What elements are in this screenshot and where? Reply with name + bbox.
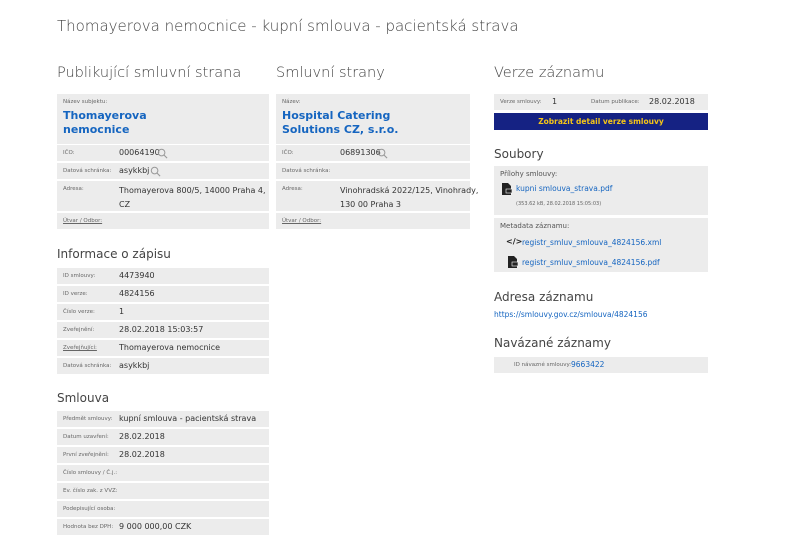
address-heading: Adresa záznamu xyxy=(494,290,594,304)
linked-id-link[interactable]: 9663422 xyxy=(571,360,604,369)
table-row: Zveřejňující: Thomayerova nemocnice xyxy=(57,340,269,356)
page-title: Thomayerova nemocnice - kupní smlouva - … xyxy=(57,17,519,35)
code-icon: </> xyxy=(506,237,523,246)
party-name-panel: Název: Hospital Catering Solutions CZ, s… xyxy=(276,94,470,144)
metadata-xml-link[interactable]: registr_smluv_smlouva_4824156.xml xyxy=(522,238,661,247)
version-row: Verze smlouvy: 1 Datum publikace: 28.02.… xyxy=(494,94,708,110)
table-row: Číslo smlouvy / Č.j.: xyxy=(57,465,269,481)
table-row: ID verze: 4824156 xyxy=(57,286,269,302)
table-row: Předmět smlouvy: kupní smlouva - pacients… xyxy=(57,411,269,427)
table-row: Datum uzavření: 28.02.2018 xyxy=(57,429,269,445)
parties-heading: Smluvní strany xyxy=(276,65,385,81)
publisher-ico-row: IČO: 00064190 xyxy=(57,145,269,161)
party-name-label: Název: xyxy=(282,99,301,105)
party-ico: 06891306 xyxy=(340,148,381,157)
attachment-link[interactable]: kupni smlouva_strava.pdf xyxy=(516,184,612,193)
table-row: Datová schránka: asykkbj xyxy=(57,358,269,374)
publisher-address-row: Adresa: Thomayerova 800/5, 14000 Praha 4… xyxy=(57,181,269,211)
files-heading: Soubory xyxy=(494,147,544,161)
linked-label: ID návazné smlouvy: xyxy=(514,362,572,368)
search-icon[interactable] xyxy=(150,166,161,177)
party-unit-row: Útvar / Odbor: xyxy=(276,213,470,229)
publisher-name-link[interactable]: Thomayerova nemocnice xyxy=(63,109,147,137)
publisher-name-label: Název subjektu: xyxy=(63,99,108,105)
metadata-panel: Metadata záznamu: </> registr_smluv_smlo… xyxy=(494,218,708,272)
publisher-box: asykkbj xyxy=(119,166,150,175)
search-icon[interactable] xyxy=(157,148,168,159)
publisher-unit-row: Útvar / Odbor: xyxy=(57,213,269,229)
contract-heading: Smlouva xyxy=(57,391,110,405)
party-box-row: Datová schránka: xyxy=(276,163,470,179)
registration-heading: Informace o zápisu xyxy=(57,247,171,261)
version-value: 1 xyxy=(552,97,558,106)
attachments-panel: Přílohy smlouvy: kupni smlouva_strava.pd… xyxy=(494,166,708,215)
table-row: ID smlouvy: 4473940 xyxy=(57,268,269,284)
record-url-link[interactable]: https://smlouvy.gov.cz/smlouva/4824156 xyxy=(494,310,648,319)
table-row: Zveřejnění: 28.02.2018 15:03:57 xyxy=(57,322,269,338)
table-row: První zveřejnění: 28.02.2018 xyxy=(57,447,269,463)
version-detail-button[interactable]: Zobrazit detail verze smlouvy xyxy=(494,113,708,130)
ico-label: IČO: xyxy=(63,150,75,156)
metadata-pdf-link[interactable]: registr_smluv_smlouva_4824156.pdf xyxy=(522,258,660,267)
attachments-label: Přílohy smlouvy: xyxy=(500,170,558,178)
party-address-row: Adresa: Vinohradská 2022/125, Vinohrady,… xyxy=(276,181,478,211)
publisher-ico: 00064190 xyxy=(119,148,160,157)
table-row: Ev. číslo zak. z VVZ: xyxy=(57,483,269,499)
box-label: Datová schránka: xyxy=(63,168,112,174)
party-ico-row: IČO: 06891306 xyxy=(276,145,470,161)
party-name-link[interactable]: Hospital Catering Solutions CZ, s.r.o. xyxy=(282,109,398,137)
publisher-name-panel: Název subjektu: Thomayerova nemocnice xyxy=(57,94,269,144)
party-address: Vinohradská 2022/125, Vinohrady, 130 00 … xyxy=(340,186,479,209)
publish-date: 28.02.2018 xyxy=(649,97,695,106)
pdf-file-icon xyxy=(502,183,512,195)
linked-row: ID návazné smlouvy: 9663422 xyxy=(494,357,708,373)
table-row: Číslo verze: 1 xyxy=(57,304,269,320)
table-row: Podepisující osoba: xyxy=(57,501,269,517)
search-icon[interactable] xyxy=(377,148,388,159)
publisher-address: Thomayerova 800/5, 14000 Praha 4, CZ xyxy=(119,186,266,209)
linked-heading: Navázané záznamy xyxy=(494,336,611,350)
publisher-heading: Publikující smluvní strana xyxy=(57,65,242,81)
address-label: Adresa: xyxy=(63,186,84,192)
publisher-box-row: Datová schránka: asykkbj xyxy=(57,163,269,179)
metadata-label: Metadata záznamu: xyxy=(500,222,570,230)
attachment-meta: (353.62 kB, 28.02.2018 15:05:03) xyxy=(516,201,602,207)
pdf-file-icon xyxy=(508,256,518,268)
unit-label[interactable]: Útvar / Odbor: xyxy=(63,218,102,224)
version-heading: Verze záznamu xyxy=(494,65,605,81)
